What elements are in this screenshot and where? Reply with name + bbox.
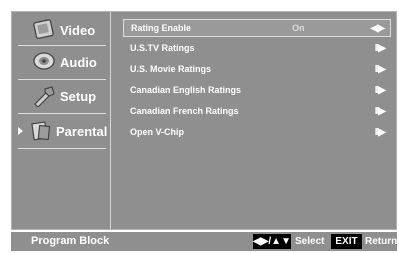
submenu-arrow-icon: II▶ — [374, 105, 386, 117]
tv-menu-screen: Video Audio Setup Parental Rating Enable… — [0, 0, 399, 253]
canadian-french-ratings-row[interactable]: Canadian French Ratings II▶ — [123, 102, 391, 120]
sidebar-item-parental[interactable]: Parental — [12, 116, 110, 146]
page-title: Program Block — [31, 235, 110, 247]
us-movie-ratings-row[interactable]: U.S. Movie Ratings II▶ — [123, 60, 391, 78]
sidebar-item-label: Setup — [60, 88, 97, 104]
sidebar-item-setup[interactable]: Setup — [12, 81, 110, 111]
menu-panel: Video Audio Setup Parental Rating Enable… — [11, 11, 397, 230]
setup-icon — [34, 86, 55, 107]
sidebar-item-audio[interactable]: Audio — [12, 47, 110, 77]
divider — [18, 113, 106, 114]
row-label: Open V-Chip — [130, 127, 184, 137]
navigation-keys-icon: ◀▶/▲▼ — [253, 234, 291, 249]
chevron-right-icon — [18, 127, 23, 135]
left-right-arrows-icon[interactable]: ◀▶ — [371, 23, 385, 34]
parental-icon — [31, 121, 51, 141]
options-list: Rating Enable On ◀▶ U.S.TV Ratings II▶ U… — [116, 12, 396, 229]
video-icon — [33, 19, 54, 39]
row-label: Canadian French Ratings — [130, 106, 239, 116]
row-label: Rating Enable — [131, 23, 192, 33]
rating-enable-row[interactable]: Rating Enable On ◀▶ — [123, 19, 391, 37]
us-tv-ratings-row[interactable]: U.S.TV Ratings II▶ — [123, 39, 391, 57]
open-v-chip-row[interactable]: Open V-Chip II▶ — [123, 123, 391, 141]
footer-bar: Program Block ◀▶/▲▼ Select EXIT Return — [11, 232, 397, 251]
sidebar-item-video[interactable]: Video — [12, 15, 110, 45]
divider — [18, 148, 106, 149]
row-label: U.S.TV Ratings — [130, 43, 195, 53]
submenu-arrow-icon: II▶ — [374, 126, 386, 138]
sidebar-item-label: Audio — [60, 54, 97, 70]
sidebar-item-label: Parental — [56, 123, 108, 139]
sidebar: Video Audio Setup Parental — [12, 12, 111, 229]
sidebar-item-label: Video — [60, 22, 96, 38]
divider — [18, 45, 106, 46]
rating-enable-value: On — [292, 23, 305, 33]
audio-icon — [33, 52, 55, 70]
return-hint: Return — [365, 236, 398, 247]
row-label: Canadian English Ratings — [130, 85, 242, 95]
divider — [18, 79, 106, 80]
row-label: U.S. Movie Ratings — [130, 64, 212, 74]
submenu-arrow-icon: II▶ — [374, 42, 386, 54]
exit-key-button[interactable]: EXIT — [331, 234, 362, 249]
select-hint: Select — [295, 236, 325, 247]
submenu-arrow-icon: II▶ — [374, 63, 386, 75]
submenu-arrow-icon: II▶ — [374, 84, 386, 96]
canadian-english-ratings-row[interactable]: Canadian English Ratings II▶ — [123, 81, 391, 99]
